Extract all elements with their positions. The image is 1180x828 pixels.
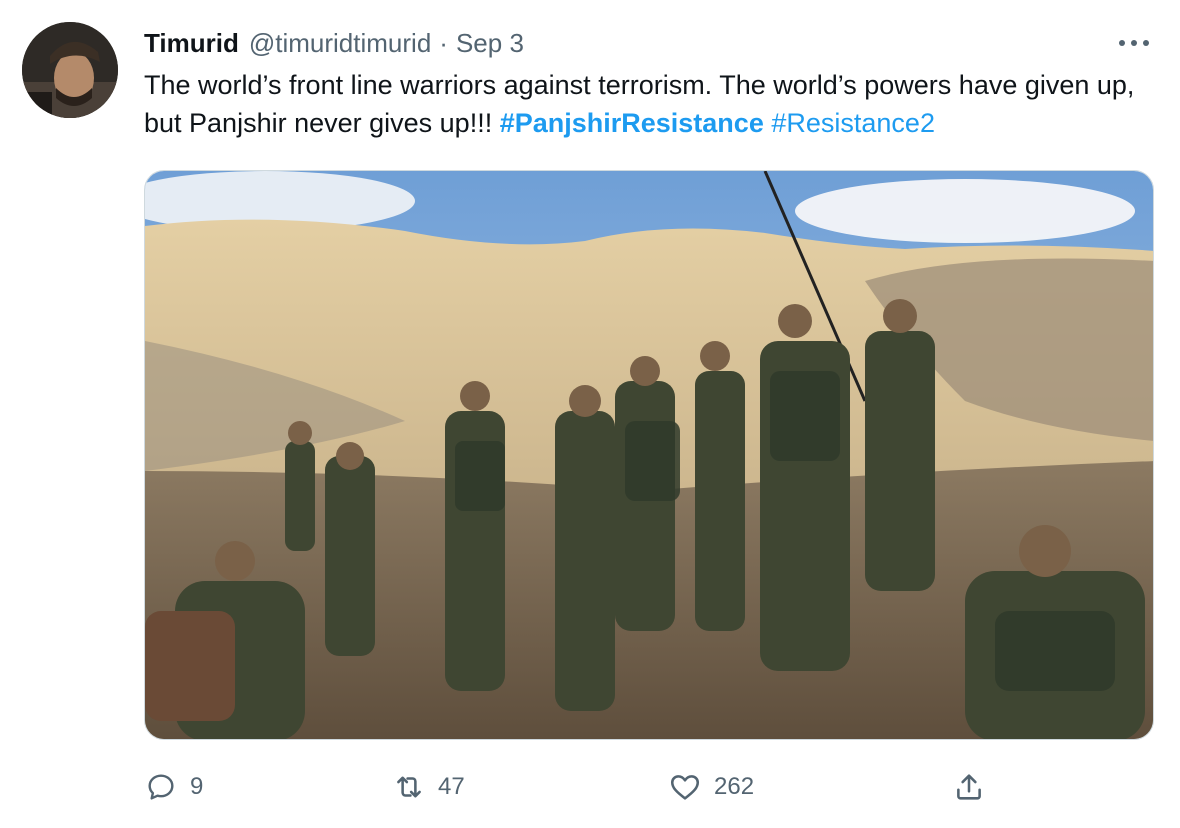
more-dots-icon — [1131, 40, 1137, 46]
like-button[interactable]: 262 — [668, 762, 754, 812]
photo-image — [145, 171, 1153, 739]
retweet-count: 47 — [438, 773, 465, 800]
retweet-button[interactable]: 47 — [392, 762, 465, 812]
tweet-photo[interactable] — [144, 170, 1154, 740]
avatar[interactable] — [22, 22, 118, 118]
hashtag-link-panjshir[interactable]: #PanjshirResistance — [500, 108, 764, 138]
more-dots-icon — [1119, 40, 1125, 46]
hashtag-link-resistance2[interactable]: #Resistance2 — [771, 108, 935, 138]
author-handle[interactable]: @timuridtimurid — [249, 26, 431, 60]
tweet-date[interactable]: Sep 3 — [456, 26, 524, 60]
tweet-text: The world’s front line warriors against … — [144, 66, 1154, 142]
separator-dot: · — [439, 28, 448, 58]
author-name[interactable]: Timurid — [144, 26, 239, 60]
more-dots-icon — [1143, 40, 1149, 46]
more-options-button[interactable] — [1112, 28, 1156, 58]
heart-icon — [668, 770, 702, 804]
avatar-image — [22, 22, 118, 118]
like-count: 262 — [714, 773, 755, 800]
reply-count: 9 — [190, 773, 204, 800]
tweet-header: Timurid @timuridtimurid · Sep 3 — [144, 26, 524, 60]
tweet-card[interactable]: Timurid @timuridtimurid · Sep 3 The worl… — [0, 0, 1180, 828]
reply-icon — [144, 770, 178, 804]
share-button[interactable] — [952, 762, 986, 812]
tweet-actions: 9 47 262 — [144, 762, 1154, 812]
reply-button[interactable]: 9 — [144, 762, 203, 812]
share-icon — [952, 770, 986, 804]
retweet-icon — [392, 770, 426, 804]
